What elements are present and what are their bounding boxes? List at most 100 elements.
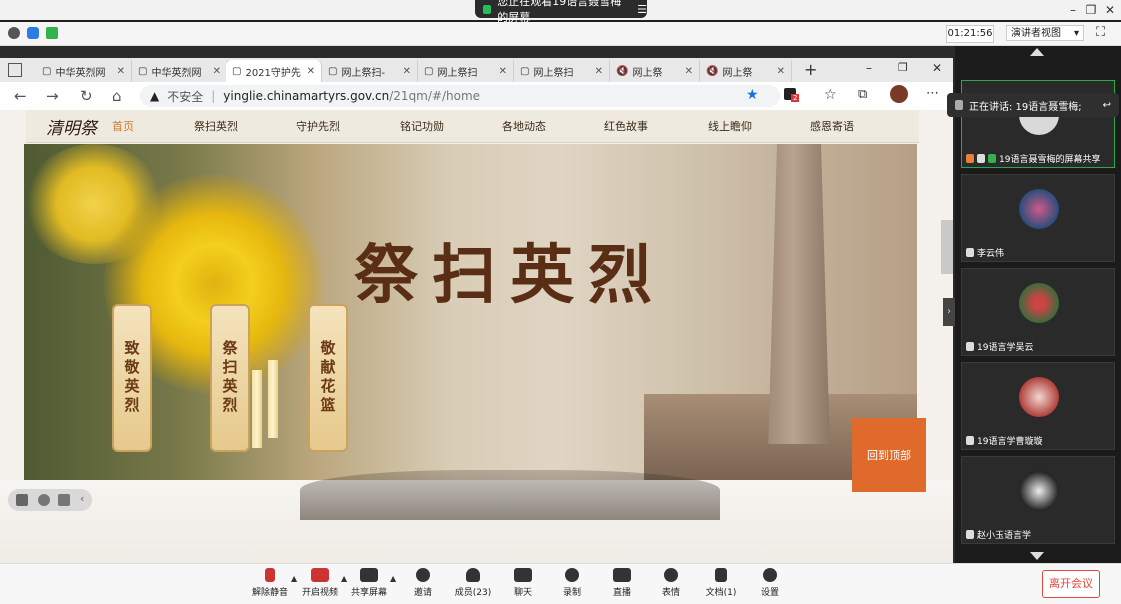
page-icon: ▢ [232,65,242,77]
close-tab-icon[interactable]: ✕ [685,66,693,77]
collapse-panel-button[interactable]: › [943,298,955,326]
close-tab-icon[interactable]: ✕ [213,66,221,77]
favorites-icon[interactable]: ☆ [824,87,837,103]
nav-item-online-visit[interactable]: 线上瞻仰 [708,118,752,134]
chevron-left-icon[interactable]: ‹ [80,492,84,505]
chevron-up-icon[interactable]: ▲ [390,574,396,583]
minimize-icon[interactable]: – [1064,2,1082,18]
mic-muted-icon [966,342,974,351]
forward-icon[interactable]: → [46,87,59,105]
shield-icon[interactable] [27,27,39,39]
menu-icon[interactable]: ☰ [637,3,647,16]
scroll-button-tribute[interactable]: 祭扫英烈 [210,304,250,452]
back-to-top-button[interactable]: 回到顶部 [852,418,926,492]
close-tab-icon[interactable]: ✕ [307,66,315,77]
address-bar-row: ← → ↻ ⌂ ▲ 不安全 | yinglie.chinamartyrs.gov… [0,82,953,111]
profile-avatar[interactable] [890,85,908,103]
scroll-down-icon[interactable] [1030,552,1044,560]
avatar [1019,471,1059,511]
muted-speaker-icon[interactable]: 🔇 [616,66,628,77]
annotation-toolbar[interactable]: ‹ [8,489,92,511]
participant-tile[interactable]: 赵小玉语言学 [961,456,1115,544]
close-tab-icon[interactable]: ✕ [117,66,125,77]
scroll-up-icon[interactable] [1030,48,1044,56]
muted-speaker-icon[interactable]: 🔇 [706,66,718,77]
info-icon[interactable] [8,27,20,39]
browser-tab-active[interactable]: ▢ 2021守护先 ✕ [226,60,322,82]
nav-item-messages[interactable]: 感恩寄语 [810,118,854,134]
home-icon[interactable]: ⌂ [112,87,122,105]
minimize-icon[interactable]: – [866,61,872,75]
record-button[interactable]: 录制 [547,568,597,598]
close-tab-icon[interactable]: ✕ [777,66,785,77]
more-options-icon[interactable]: ⋯ [926,86,939,101]
participant-tile[interactable]: 19语言学吴云 [961,268,1115,356]
scroll-button-flowers[interactable]: 敬献花篮 [308,304,348,452]
leave-meeting-button[interactable]: 离开会议 [1042,570,1100,598]
document-icon [715,568,727,582]
share-screen-button[interactable]: 共享屏幕 [344,568,394,598]
nav-item-home[interactable]: 首页 [112,118,134,134]
browser-tab[interactable]: ▢ 中华英烈网 ✕ [132,60,228,82]
chat-icon[interactable] [58,494,70,506]
reply-icon[interactable]: ↩ [1103,100,1111,111]
participant-name: 19语言学曹璇璇 [977,437,1043,447]
banner-title: 祭扫英烈 [354,238,666,313]
tab-actions-icon[interactable] [8,63,22,77]
share-status-banner[interactable]: 您正在观看19语言聂雪梅的屏幕 ☰ [475,0,647,24]
url-input[interactable]: ▲ 不安全 | yinglie.chinamartyrs.gov.cn/21qm… [140,85,780,107]
participant-tile[interactable]: 19语言学曹璇璇 [961,362,1115,450]
mic-muted-icon [966,436,974,445]
browser-tab[interactable]: ▢ 网上祭扫- ✕ [322,60,418,82]
close-icon[interactable]: ✕ [1101,2,1119,18]
extension-icon[interactable]: 2 [784,88,800,102]
nav-item-merits[interactable]: 铭记功勋 [400,118,444,134]
back-icon[interactable]: ← [14,87,27,105]
speaking-text: 正在讲话: 19语言聂雪梅; [969,101,1082,113]
favorite-star-icon[interactable]: ★ [746,87,759,103]
url-path: /21qm/#/home [389,89,481,103]
nav-item-pay-tribute[interactable]: 祭扫英烈 [194,118,238,134]
documents-button[interactable]: 文档(1) [696,568,746,598]
grid-icon[interactable] [16,494,28,506]
nav-item-local-news[interactable]: 各地动态 [502,118,546,134]
close-tab-icon[interactable]: ✕ [595,66,603,77]
view-mode-select[interactable]: 演讲者视图 ▾ [1006,25,1084,41]
emoji-icon[interactable] [38,494,50,506]
nav-item-red-stories[interactable]: 红色故事 [604,118,648,134]
start-video-button[interactable]: 开启视频 [295,568,345,598]
browser-tab[interactable]: 🔇 网上祭 ✕ [610,60,700,82]
page-icon: ▢ [520,65,530,77]
speaking-indicator: 正在讲话: 19语言聂雪梅; ↩ [947,93,1119,117]
scroll-button-salute[interactable]: 致敬英烈 [112,304,152,452]
invite-button[interactable]: 邀请 [398,568,448,598]
restore-icon[interactable]: ❐ [1082,2,1100,18]
site-logo[interactable]: 清明祭 [46,114,97,139]
signal-icon[interactable] [46,27,58,39]
reactions-button[interactable]: 表情 [646,568,696,598]
new-tab-icon[interactable]: + [804,60,817,79]
restore-icon[interactable]: ❐ [898,61,908,74]
browser-tab[interactable]: ▢ 网上祭扫 ✕ [514,60,610,82]
settings-button[interactable]: 设置 [745,568,795,598]
nav-item-guard[interactable]: 守护先烈 [296,118,340,134]
browser-tab[interactable]: ▢ 中华英烈网 ✕ [36,60,132,82]
emoji-icon [664,568,678,582]
close-icon[interactable]: ✕ [932,61,942,75]
live-button[interactable]: 直播 [597,568,647,598]
members-button[interactable]: 成员(23) [448,568,498,598]
page-scrollbar-thumb[interactable] [941,220,953,274]
unmute-button[interactable]: 解除静音 [245,568,295,598]
close-tab-icon[interactable]: ✕ [403,66,411,77]
hero-banner: 祭扫英烈 致敬英烈 祭扫英烈 敬献花篮 [24,144,917,480]
browser-tab[interactable]: ▢ 网上祭扫 ✕ [418,60,514,82]
chat-button[interactable]: 聊天 [498,568,548,598]
share-top-margin [0,46,955,58]
avatar [1019,377,1059,417]
close-tab-icon[interactable]: ✕ [499,66,507,77]
collections-icon[interactable]: ⧉ [858,87,867,102]
fullscreen-icon[interactable]: ⛶ [1096,25,1105,40]
reload-icon[interactable]: ↻ [80,87,93,105]
participant-tile[interactable]: 李云伟 [961,174,1115,262]
browser-tab[interactable]: 🔇 网上祭 ✕ [700,60,792,82]
